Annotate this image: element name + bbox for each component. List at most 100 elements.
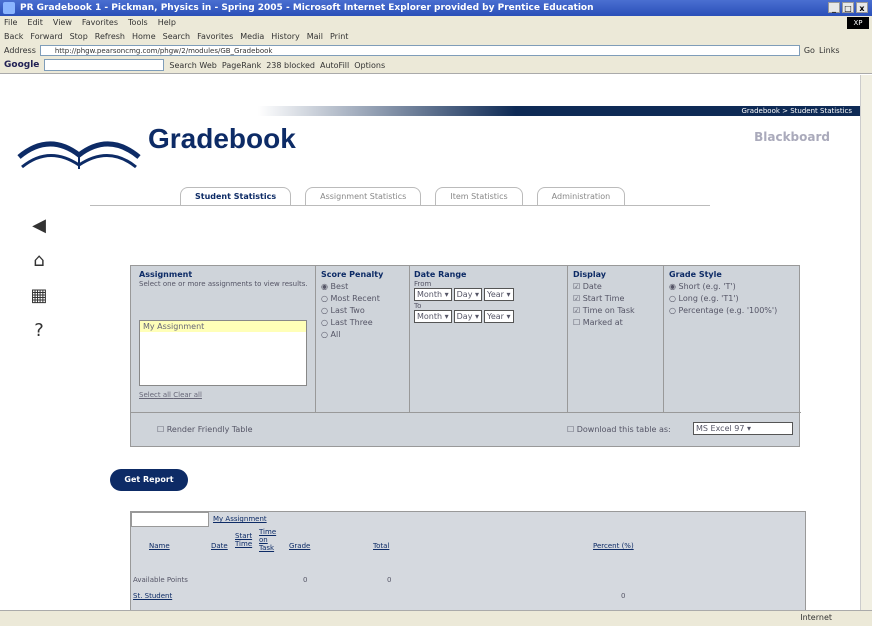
date-column-header[interactable]: Date — [211, 542, 228, 550]
date-range-heading: Date Range — [414, 270, 467, 279]
autofill-button[interactable]: AutoFill — [320, 61, 349, 70]
from-year-select[interactable]: Year ▾ — [484, 288, 514, 301]
radio-long[interactable]: ○ Long (e.g. 'T1') — [669, 294, 799, 303]
breadcrumb: Gradebook > Student Statistics — [741, 107, 853, 115]
select-all-link[interactable]: Select all — [139, 391, 171, 399]
radio-best[interactable]: ◉ Best — [321, 282, 406, 291]
media-button[interactable]: Media — [240, 32, 264, 41]
tab-bar: Student Statistics Assignment Statistics… — [180, 187, 626, 205]
vertical-scrollbar[interactable] — [860, 75, 872, 610]
radio-last-two[interactable]: ○ Last Two — [321, 306, 406, 315]
grade-style-column: Grade Style ◉ Short (e.g. 'T') ○ Long (e… — [669, 270, 799, 315]
search-web-button[interactable]: Search Web — [169, 61, 216, 70]
menu-help[interactable]: Help — [158, 18, 176, 27]
menu-edit[interactable]: Edit — [27, 18, 43, 27]
back-button[interactable]: Back — [4, 32, 23, 41]
history-button[interactable]: History — [271, 32, 299, 41]
select-value: Year — [487, 290, 504, 299]
home-button[interactable]: Home — [132, 32, 156, 41]
select-value: Month — [417, 312, 443, 321]
menu-file[interactable]: File — [4, 18, 17, 27]
address-input[interactable]: http://phgw.pearsoncmg.com/phgw/2/module… — [39, 44, 800, 56]
select-value: Day — [456, 290, 473, 299]
options-button[interactable]: Options — [354, 61, 385, 70]
clear-all-link[interactable]: Clear all — [173, 391, 202, 399]
menu-favorites[interactable]: Favorites — [82, 18, 118, 27]
column-divider — [567, 266, 568, 412]
google-search-input[interactable] — [44, 59, 165, 71]
to-day-select[interactable]: Day ▾ — [453, 310, 482, 323]
tab-assignment-statistics[interactable]: Assignment Statistics — [305, 187, 422, 205]
name-column-header[interactable]: Name — [149, 542, 170, 550]
home-icon[interactable]: ⌂ — [28, 250, 50, 271]
tab-divider — [90, 205, 710, 206]
search-button[interactable]: Search — [163, 32, 190, 41]
student-name-link[interactable]: St. Student — [133, 592, 172, 600]
download-format-select[interactable]: MS Excel 97 ▾ — [693, 422, 793, 435]
minimize-button[interactable]: _ — [828, 2, 840, 13]
to-year-select[interactable]: Year ▾ — [484, 310, 514, 323]
links-button[interactable]: Links — [819, 46, 840, 55]
checkbox-date[interactable]: ☑ Date — [573, 282, 663, 291]
checkbox-marked-at[interactable]: ☐ Marked at — [573, 318, 663, 327]
google-logo[interactable]: Google — [4, 60, 39, 70]
favorites-button[interactable]: Favorites — [197, 32, 233, 41]
total-column-header[interactable]: Total — [373, 542, 389, 550]
stop-button[interactable]: Stop — [70, 32, 88, 41]
assignment-listbox[interactable]: My Assignment — [139, 320, 307, 386]
back-arrow-icon[interactable]: ◀ — [28, 215, 50, 236]
ie-logo-icon — [3, 2, 15, 14]
tab-item-statistics[interactable]: Item Statistics — [435, 187, 523, 205]
download-checkbox[interactable]: ☐ Download this table as: — [567, 425, 671, 434]
radio-all[interactable]: ○ All — [321, 330, 406, 339]
radio-short[interactable]: ◉ Short (e.g. 'T') — [669, 282, 799, 291]
radio-most-recent[interactable]: ○ Most Recent — [321, 294, 406, 303]
popup-blocked-button[interactable]: 238 blocked — [266, 61, 315, 70]
blackboard-brand: Blackboard — [754, 130, 830, 144]
checkbox-start-time[interactable]: ☑ Start Time — [573, 294, 663, 303]
tab-administration[interactable]: Administration — [536, 187, 626, 205]
get-report-button[interactable]: Get Report — [110, 469, 188, 491]
start-time-column-header[interactable]: Start Time — [235, 532, 257, 548]
print-button[interactable]: Print — [330, 32, 348, 41]
to-date-selects: Month ▾ Day ▾ Year ▾ — [414, 310, 569, 323]
from-month-select[interactable]: Month ▾ — [414, 288, 452, 301]
render-friendly-checkbox[interactable]: ☐ Render Friendly Table — [157, 425, 253, 434]
tab-student-statistics[interactable]: Student Statistics — [180, 187, 292, 205]
results-table: My Assignment Name Date Start Time Time … — [130, 511, 806, 610]
column-divider — [663, 266, 664, 412]
checkbox-label: Time on Task — [582, 306, 635, 315]
forward-button[interactable]: Forward — [30, 32, 62, 41]
checkbox-time-on-task[interactable]: ☑ Time on Task — [573, 306, 663, 315]
page-title: Gradebook — [148, 123, 296, 154]
from-day-select[interactable]: Day ▾ — [453, 288, 482, 301]
pagerank-indicator[interactable]: PageRank — [222, 61, 261, 70]
mail-button[interactable]: Mail — [307, 32, 323, 41]
report-options-panel: Assignment Select one or more assignment… — [130, 265, 801, 448]
options-bottom-row: ☐ Render Friendly Table ☐ Download this … — [131, 412, 801, 448]
radio-percentage[interactable]: ○ Percentage (e.g. '100%') — [669, 306, 799, 315]
assignment-column-header[interactable]: My Assignment — [213, 515, 267, 523]
help-icon[interactable]: ? — [28, 320, 50, 341]
assignment-column: Assignment Select one or more assignment… — [139, 270, 309, 288]
score-penalty-heading: Score Penalty — [321, 270, 384, 279]
menu-tools[interactable]: Tools — [128, 18, 148, 27]
maximize-button[interactable]: □ — [842, 2, 854, 13]
checkbox-label: Date — [582, 282, 602, 291]
grade-column-header[interactable]: Grade — [289, 542, 310, 550]
go-button[interactable]: Go — [804, 46, 815, 55]
close-button[interactable]: x — [856, 2, 868, 13]
radio-last-three[interactable]: ○ Last Three — [321, 318, 406, 327]
checkbox-label: Marked at — [582, 318, 623, 327]
time-on-task-column-header[interactable]: Time on Task — [259, 528, 285, 552]
list-item[interactable]: My Assignment — [140, 321, 306, 332]
radio-label: Most Recent — [330, 294, 380, 303]
percent-column-header[interactable]: Percent (%) — [593, 542, 634, 550]
assignment-description: Select one or more assignments to view r… — [139, 280, 308, 288]
to-month-select[interactable]: Month ▾ — [414, 310, 452, 323]
radio-label: Last Two — [330, 306, 365, 315]
menu-view[interactable]: View — [53, 18, 72, 27]
column-divider — [409, 266, 410, 412]
refresh-button[interactable]: Refresh — [95, 32, 125, 41]
list-icon[interactable]: ▦ — [28, 285, 50, 306]
